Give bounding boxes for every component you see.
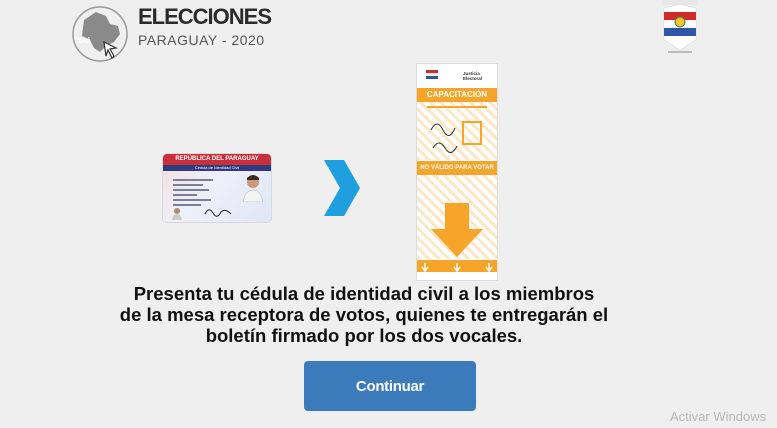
arrow-down-icon xyxy=(431,203,483,257)
card-mini-portrait-icon xyxy=(172,208,182,220)
elecciones-logo: Votá ELECCIONES PARAGUAY - 2020 xyxy=(70,0,272,66)
card-portrait-icon xyxy=(242,175,264,202)
ballot-footer xyxy=(417,260,497,273)
ballot-seal-icon xyxy=(426,70,438,79)
identity-card-image: REPÚBLICA DEL PARAGUAY Cédula de Identid… xyxy=(163,154,271,222)
ballot-brand: Justicia Electoral xyxy=(463,71,483,81)
logo-badge: Votá xyxy=(74,36,91,45)
continue-button[interactable]: Continuar xyxy=(304,361,476,411)
ballot-header: Justicia Electoral xyxy=(417,64,497,86)
card-header: REPÚBLICA DEL PARAGUAY xyxy=(163,154,271,165)
ballot-training-label: CAPACITACIÓN xyxy=(417,88,497,102)
justicia-electoral-logo xyxy=(662,0,698,53)
ballot-signature-area xyxy=(417,102,497,160)
windows-activation-watermark: Activar Windows xyxy=(670,409,767,424)
ballot-invalid-label: NO VÁLIDO PARA VOTAR xyxy=(417,161,497,175)
card-subheader: Cédula de Identidad Civil xyxy=(163,165,271,171)
ballot-body xyxy=(417,175,497,259)
ballot-image: Justicia Electoral CAPACITACIÓN NO VÁLID… xyxy=(417,64,497,280)
instruction-text: Presenta tu cédula de identidad civil a … xyxy=(119,283,609,346)
chevron-right-icon xyxy=(324,160,360,216)
ballot-signatures-icon xyxy=(430,121,482,153)
signature-icon xyxy=(204,209,232,217)
logo-subtitle: PARAGUAY - 2020 xyxy=(138,32,265,48)
small-arrows-icon xyxy=(421,263,493,273)
logo-title: ELECCIONES xyxy=(138,4,272,29)
paraguay-map-icon xyxy=(72,6,128,62)
